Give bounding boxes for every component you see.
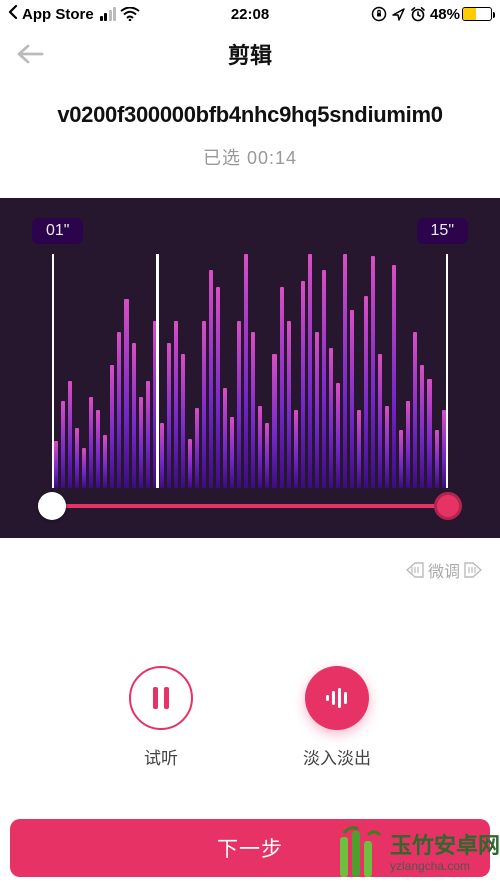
alarm-clock-icon	[410, 6, 426, 22]
back-to-app-label[interactable]: App Store	[22, 6, 94, 23]
fine-tune-left-icon	[406, 562, 424, 578]
fine-tune-control[interactable]: 微调	[0, 538, 500, 582]
waveform-bars[interactable]	[52, 254, 448, 488]
action-row: 试听 淡入淡出	[0, 666, 500, 769]
back-arrow-icon	[16, 43, 44, 65]
fine-tune-right-icon	[464, 562, 482, 578]
back-button[interactable]	[10, 34, 50, 74]
next-step-label: 下一步	[217, 833, 283, 863]
location-arrow-icon	[391, 7, 406, 22]
rotation-lock-icon	[371, 6, 387, 22]
next-step-button[interactable]: 下一步	[10, 819, 490, 877]
trim-start-handle[interactable]	[38, 492, 66, 520]
trim-start-time-badge: 01"	[32, 218, 83, 244]
status-bar: App Store 22:08 48%	[0, 0, 500, 28]
fade-action: 淡入淡出	[303, 666, 371, 769]
battery-icon	[462, 7, 492, 21]
trim-range-fill	[52, 504, 448, 508]
preview-button[interactable]	[129, 666, 193, 730]
playhead-indicator	[156, 254, 159, 488]
status-left: App Store	[8, 5, 140, 24]
status-time: 22:08	[231, 6, 269, 23]
nav-bar: 剪辑	[0, 28, 500, 80]
page-title: 剪辑	[228, 38, 272, 70]
file-id: v0200f300000bfb4nhc9hq5sndiumim0	[0, 102, 500, 128]
waveform-panel[interactable]: 01" 15"	[0, 198, 500, 538]
preview-label: 试听	[144, 744, 178, 769]
back-to-app-chevron-icon[interactable]	[8, 5, 18, 24]
selected-duration: 已选 00:14	[0, 144, 500, 170]
fade-button[interactable]	[305, 666, 369, 730]
trim-range-slider[interactable]	[52, 504, 448, 508]
pause-icon	[150, 685, 172, 711]
cellular-signal-icon	[100, 7, 117, 21]
fine-tune-label: 微调	[428, 558, 460, 582]
battery-percent: 48%	[430, 6, 460, 23]
battery-indicator: 48%	[430, 6, 492, 23]
fade-label: 淡入淡出	[303, 744, 371, 769]
trim-end-time-badge: 15"	[417, 218, 468, 244]
status-right: 48%	[371, 6, 492, 23]
preview-action: 试听	[129, 666, 193, 769]
wifi-icon	[120, 7, 140, 21]
fade-waveform-icon	[323, 687, 351, 709]
trim-end-handle[interactable]	[434, 492, 462, 520]
file-info: v0200f300000bfb4nhc9hq5sndiumim0 已选 00:1…	[0, 102, 500, 170]
